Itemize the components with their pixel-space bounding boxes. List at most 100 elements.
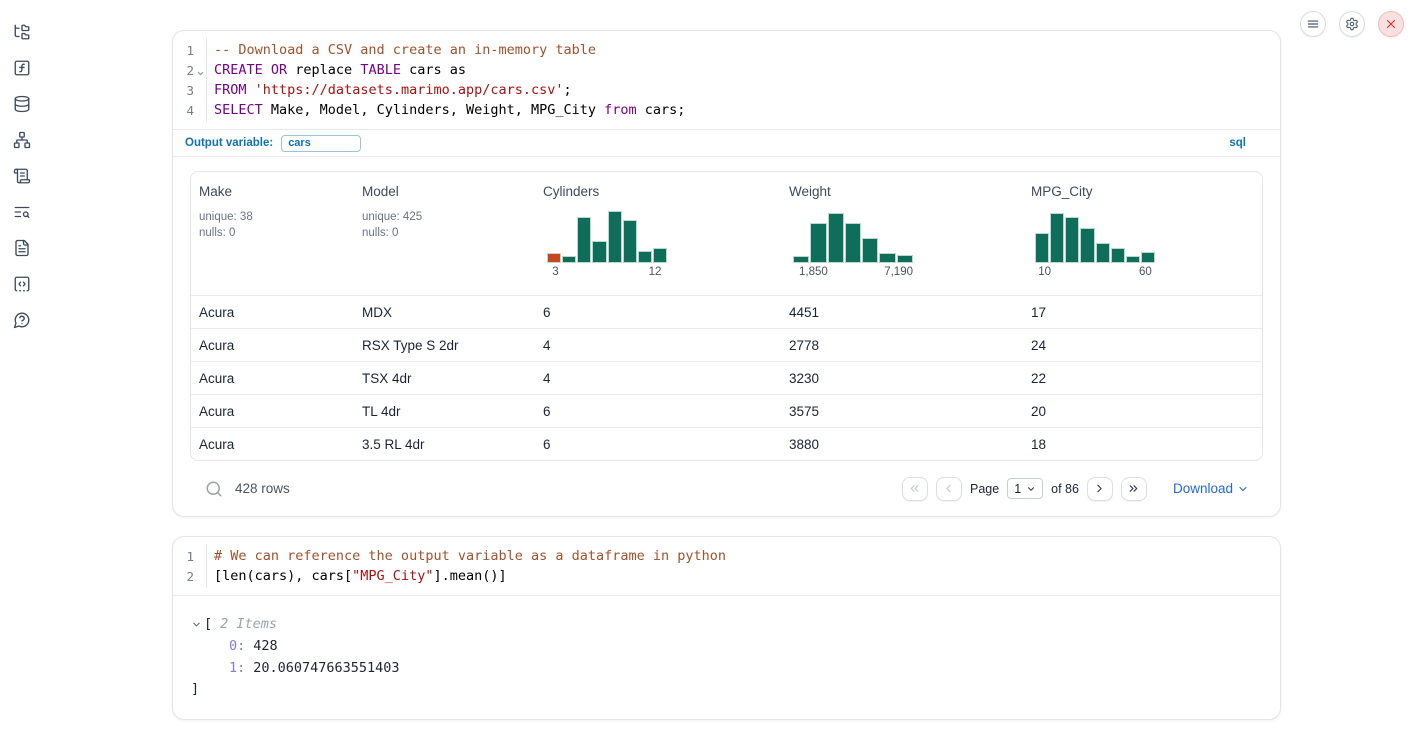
table-cell: 20 xyxy=(1023,404,1262,419)
snippets-icon[interactable] xyxy=(13,275,31,293)
tree-entry-value: 428 xyxy=(253,638,277,654)
axis-max-label: 60 xyxy=(1139,266,1152,278)
language-badge[interactable]: sql xyxy=(1229,137,1246,149)
menu-icon xyxy=(1306,17,1320,31)
code-line: 3FROM 'https://datasets.marimo.app/cars.… xyxy=(173,80,1280,100)
table-body: AcuraMDX6445117AcuraRSX Type S 2dr427782… xyxy=(191,295,1262,460)
scratchpad-icon[interactable] xyxy=(13,203,31,221)
output-variable-input[interactable] xyxy=(281,135,361,152)
histogram-axis-labels: 1,8507,190 xyxy=(793,266,913,281)
code-text: CREATE OR replace TABLE cars as xyxy=(206,62,466,78)
last-page-button[interactable] xyxy=(1121,477,1147,501)
code-token: -- Download a CSV and create an in-memor… xyxy=(214,42,596,58)
next-page-button[interactable] xyxy=(1087,477,1113,501)
column-histogram: 10 60 xyxy=(1035,208,1155,281)
column-stat: nulls: 0 xyxy=(199,225,346,241)
column-stats: unique: 425nulls: 0 xyxy=(362,209,527,241)
histogram-bar xyxy=(1050,213,1064,263)
histogram-bar xyxy=(862,238,878,263)
axis-min-label: 10 xyxy=(1038,266,1051,278)
histogram-bar xyxy=(623,220,637,263)
tree-items-count: 2 Items xyxy=(220,616,277,632)
code-token: cars as xyxy=(401,62,466,78)
download-label: Download xyxy=(1173,481,1233,496)
histogram-bar xyxy=(577,217,591,263)
line-number: 1 xyxy=(173,549,206,564)
download-button[interactable]: Download xyxy=(1173,481,1249,496)
histogram-bar xyxy=(1080,228,1094,263)
help-icon[interactable] xyxy=(13,311,31,329)
column-header-mpg_city[interactable]: MPG_City1060 xyxy=(1023,172,1262,295)
table-cell: TSX 4dr xyxy=(354,371,535,386)
code-line: 4SELECT Make, Model, Cylinders, Weight, … xyxy=(173,100,1280,120)
data-sources-icon[interactable] xyxy=(13,95,31,113)
axis-max-label: 7,190 xyxy=(884,266,913,278)
tree-collapse-icon[interactable] xyxy=(191,619,202,630)
histogram-bar xyxy=(1126,256,1140,263)
documentation-icon[interactable] xyxy=(13,239,31,257)
histogram-bars xyxy=(547,208,667,263)
page-select[interactable]: 1 xyxy=(1007,478,1043,499)
python-output-area: [ 2 Items 0: 428 1:20.060747663551403 ] xyxy=(173,595,1280,719)
table-row: AcuraTL 4dr6357520 xyxy=(191,394,1262,427)
table-cell: 6 xyxy=(535,404,781,419)
table-cell: Acura xyxy=(191,338,354,353)
chevrons-left-icon xyxy=(908,482,921,495)
prev-page-button[interactable] xyxy=(936,477,962,501)
tree-entry: 1:20.060747663551403 xyxy=(191,657,1262,679)
first-page-button[interactable] xyxy=(902,477,928,501)
table-cell: TL 4dr xyxy=(354,404,535,419)
column-header-cylinders[interactable]: Cylinders312 xyxy=(535,172,781,295)
column-stats: unique: 38nulls: 0 xyxy=(199,209,346,241)
histogram-bar xyxy=(1096,243,1110,263)
table-cell: 4451 xyxy=(781,305,1023,320)
table-row: AcuraTSX 4dr4323022 xyxy=(191,361,1262,394)
page-select-value: 1 xyxy=(1014,482,1021,496)
variables-icon[interactable] xyxy=(13,59,31,77)
shutdown-button[interactable] xyxy=(1378,11,1404,37)
column-histogram: 312 xyxy=(547,208,667,281)
code-text: [len(cars), cars["MPG_City"].mean()] xyxy=(206,568,507,584)
chevron-right-icon xyxy=(1093,482,1106,495)
sql-cell: 1 -- Download a CSV and create an in-memo… xyxy=(172,30,1281,517)
table-cell: RSX Type S 2dr xyxy=(354,338,535,353)
python-code-editor[interactable]: 1# We can reference the output variable … xyxy=(173,537,1280,595)
table-cell: Acura xyxy=(191,305,354,320)
chevrons-right-icon xyxy=(1127,482,1140,495)
column-header-weight[interactable]: Weight1,8507,190 xyxy=(781,172,1023,295)
histogram-bar xyxy=(653,248,667,263)
logs-icon[interactable] xyxy=(13,167,31,185)
sql-code-editor[interactable]: 1-- Download a CSV and create an in-memo… xyxy=(173,31,1280,129)
table-cell: 3575 xyxy=(781,404,1023,419)
chevron-down-icon xyxy=(1237,483,1249,495)
code-text: FROM 'https://datasets.marimo.app/cars.c… xyxy=(206,82,572,98)
tree-close-bracket: ] xyxy=(191,679,1262,699)
tree-root: [ 2 Items xyxy=(191,613,1262,635)
settings-button[interactable] xyxy=(1339,11,1365,37)
code-token: 'https://datasets.marimo.app/cars.csv' xyxy=(255,82,564,98)
column-header-model[interactable]: Modelunique: 425nulls: 0 xyxy=(354,172,535,295)
search-icon[interactable] xyxy=(205,480,223,498)
code-line: 1# We can reference the output variable … xyxy=(173,546,1280,566)
histogram-bar xyxy=(562,256,576,263)
table-cell: Acura xyxy=(191,404,354,419)
menu-button[interactable] xyxy=(1300,11,1326,37)
sidebar xyxy=(0,0,44,729)
chevron-down-icon xyxy=(1026,484,1036,494)
row-count: 428 rows xyxy=(235,481,290,496)
tree-entry-value: 20.060747663551403 xyxy=(253,660,399,676)
histogram-bar xyxy=(638,251,652,263)
page-total: of 86 xyxy=(1051,482,1079,496)
code-token xyxy=(247,82,255,98)
tree-entry-key: 0: xyxy=(229,638,245,654)
line-number: 3 xyxy=(173,83,206,98)
table-cell: 4 xyxy=(535,371,781,386)
fold-chevron-icon[interactable] xyxy=(196,69,205,78)
line-number-text: 4 xyxy=(186,103,194,118)
dependency-graph-icon[interactable] xyxy=(13,131,31,149)
file-explorer-icon[interactable] xyxy=(13,23,31,41)
code-token: ].mean()] xyxy=(433,568,506,584)
line-number-text: 2 xyxy=(186,63,194,78)
histogram-axis-labels: 10 60 xyxy=(1035,266,1155,281)
column-header-make[interactable]: Makeunique: 38nulls: 0 xyxy=(191,172,354,295)
